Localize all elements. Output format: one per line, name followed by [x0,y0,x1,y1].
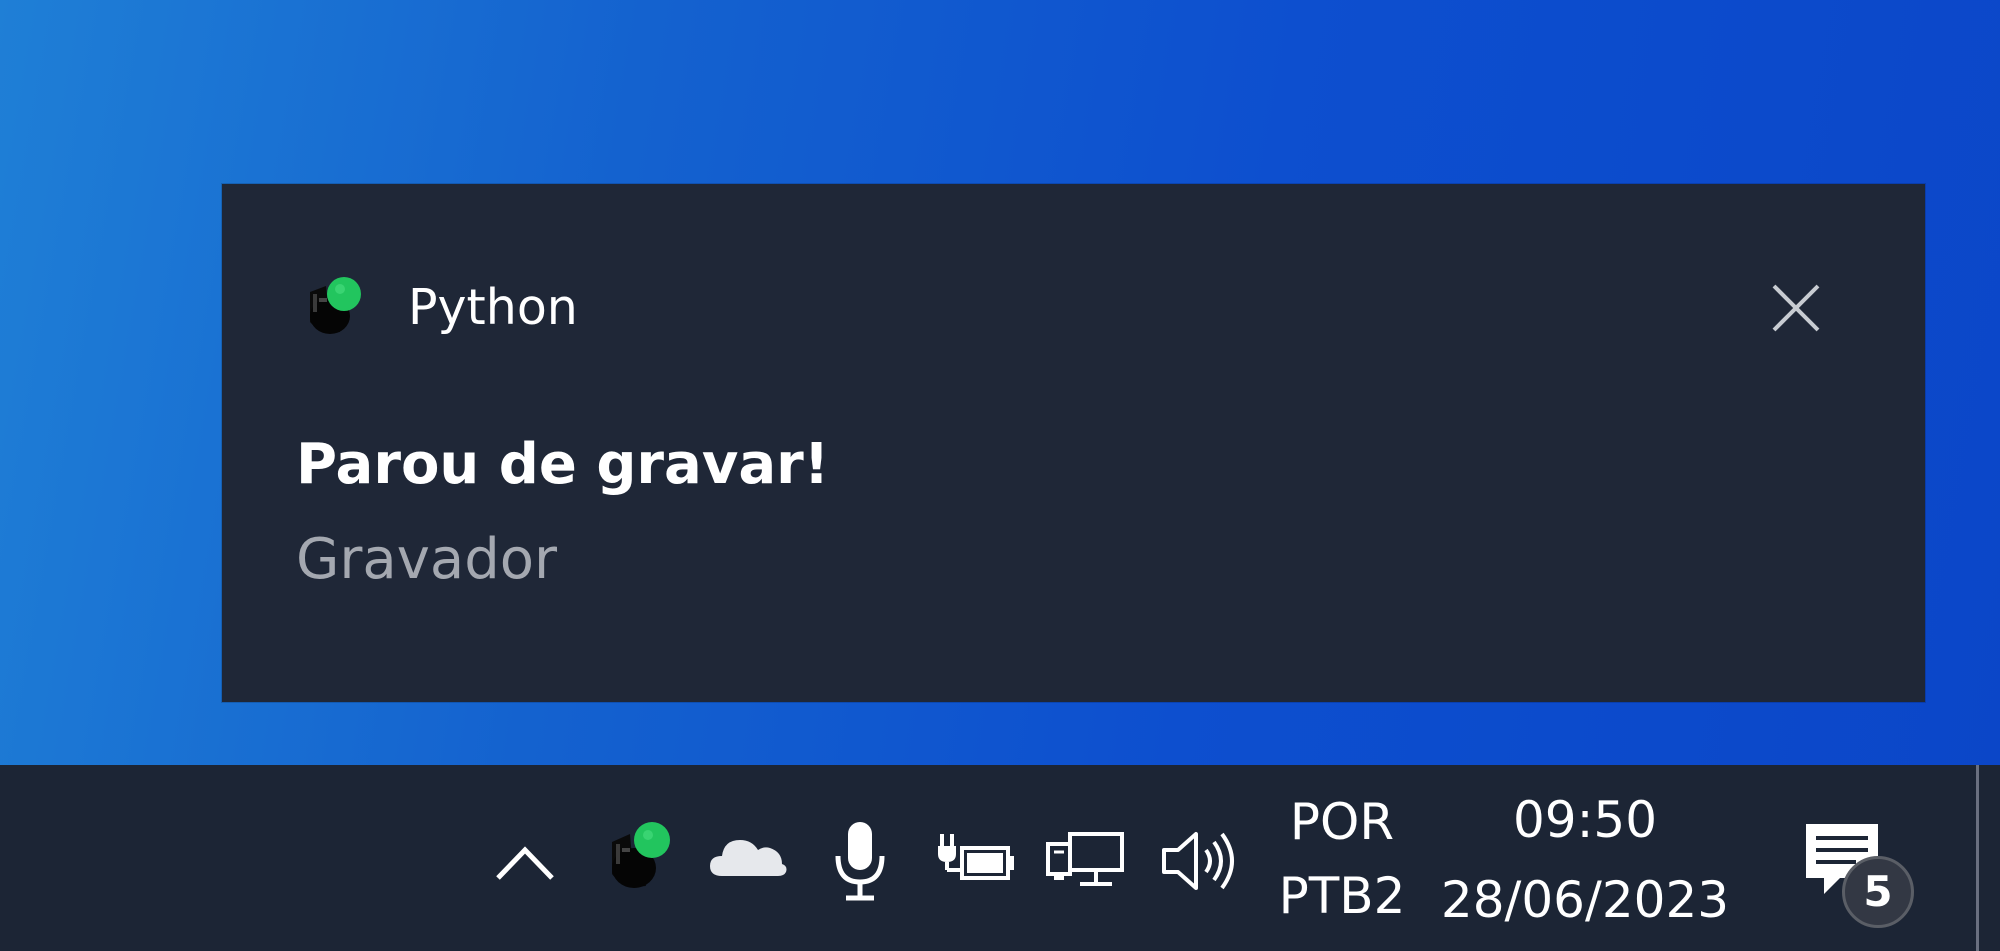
microphone-button[interactable] [828,818,892,904]
input-language-button[interactable]: POR PTB2 [1272,785,1412,935]
python-tray-icon[interactable] [604,818,674,892]
notification-count-badge: 5 [1842,856,1914,928]
clock-time: 09:50 [1512,791,1658,849]
chevron-up-icon [496,846,554,880]
toast-title: Parou de gravar! [296,432,830,497]
language-code: POR [1289,793,1395,851]
microphone-icon [835,822,885,901]
keyboard-layout: PTB2 [1278,867,1406,925]
onedrive-cloud-icon [710,840,787,876]
show-desktop-divider[interactable] [1976,765,1979,951]
close-button[interactable] [1768,280,1824,336]
battery-button[interactable] [936,826,1016,886]
clock-button[interactable]: 09:50 28/06/2023 [1440,780,1730,930]
network-icon [1046,832,1124,886]
onedrive-button[interactable] [708,826,788,886]
battery-charging-icon [938,834,1014,880]
toast-app-name: Python [408,279,578,336]
volume-button[interactable] [1158,826,1240,896]
python-recorder-icon [300,272,366,338]
toast-body: Gravador [296,527,558,592]
show-hidden-icons-button[interactable] [490,830,560,890]
close-icon [1772,284,1820,332]
network-button[interactable] [1046,826,1128,896]
volume-icon [1162,832,1234,890]
clock-date: 28/06/2023 [1440,871,1730,929]
